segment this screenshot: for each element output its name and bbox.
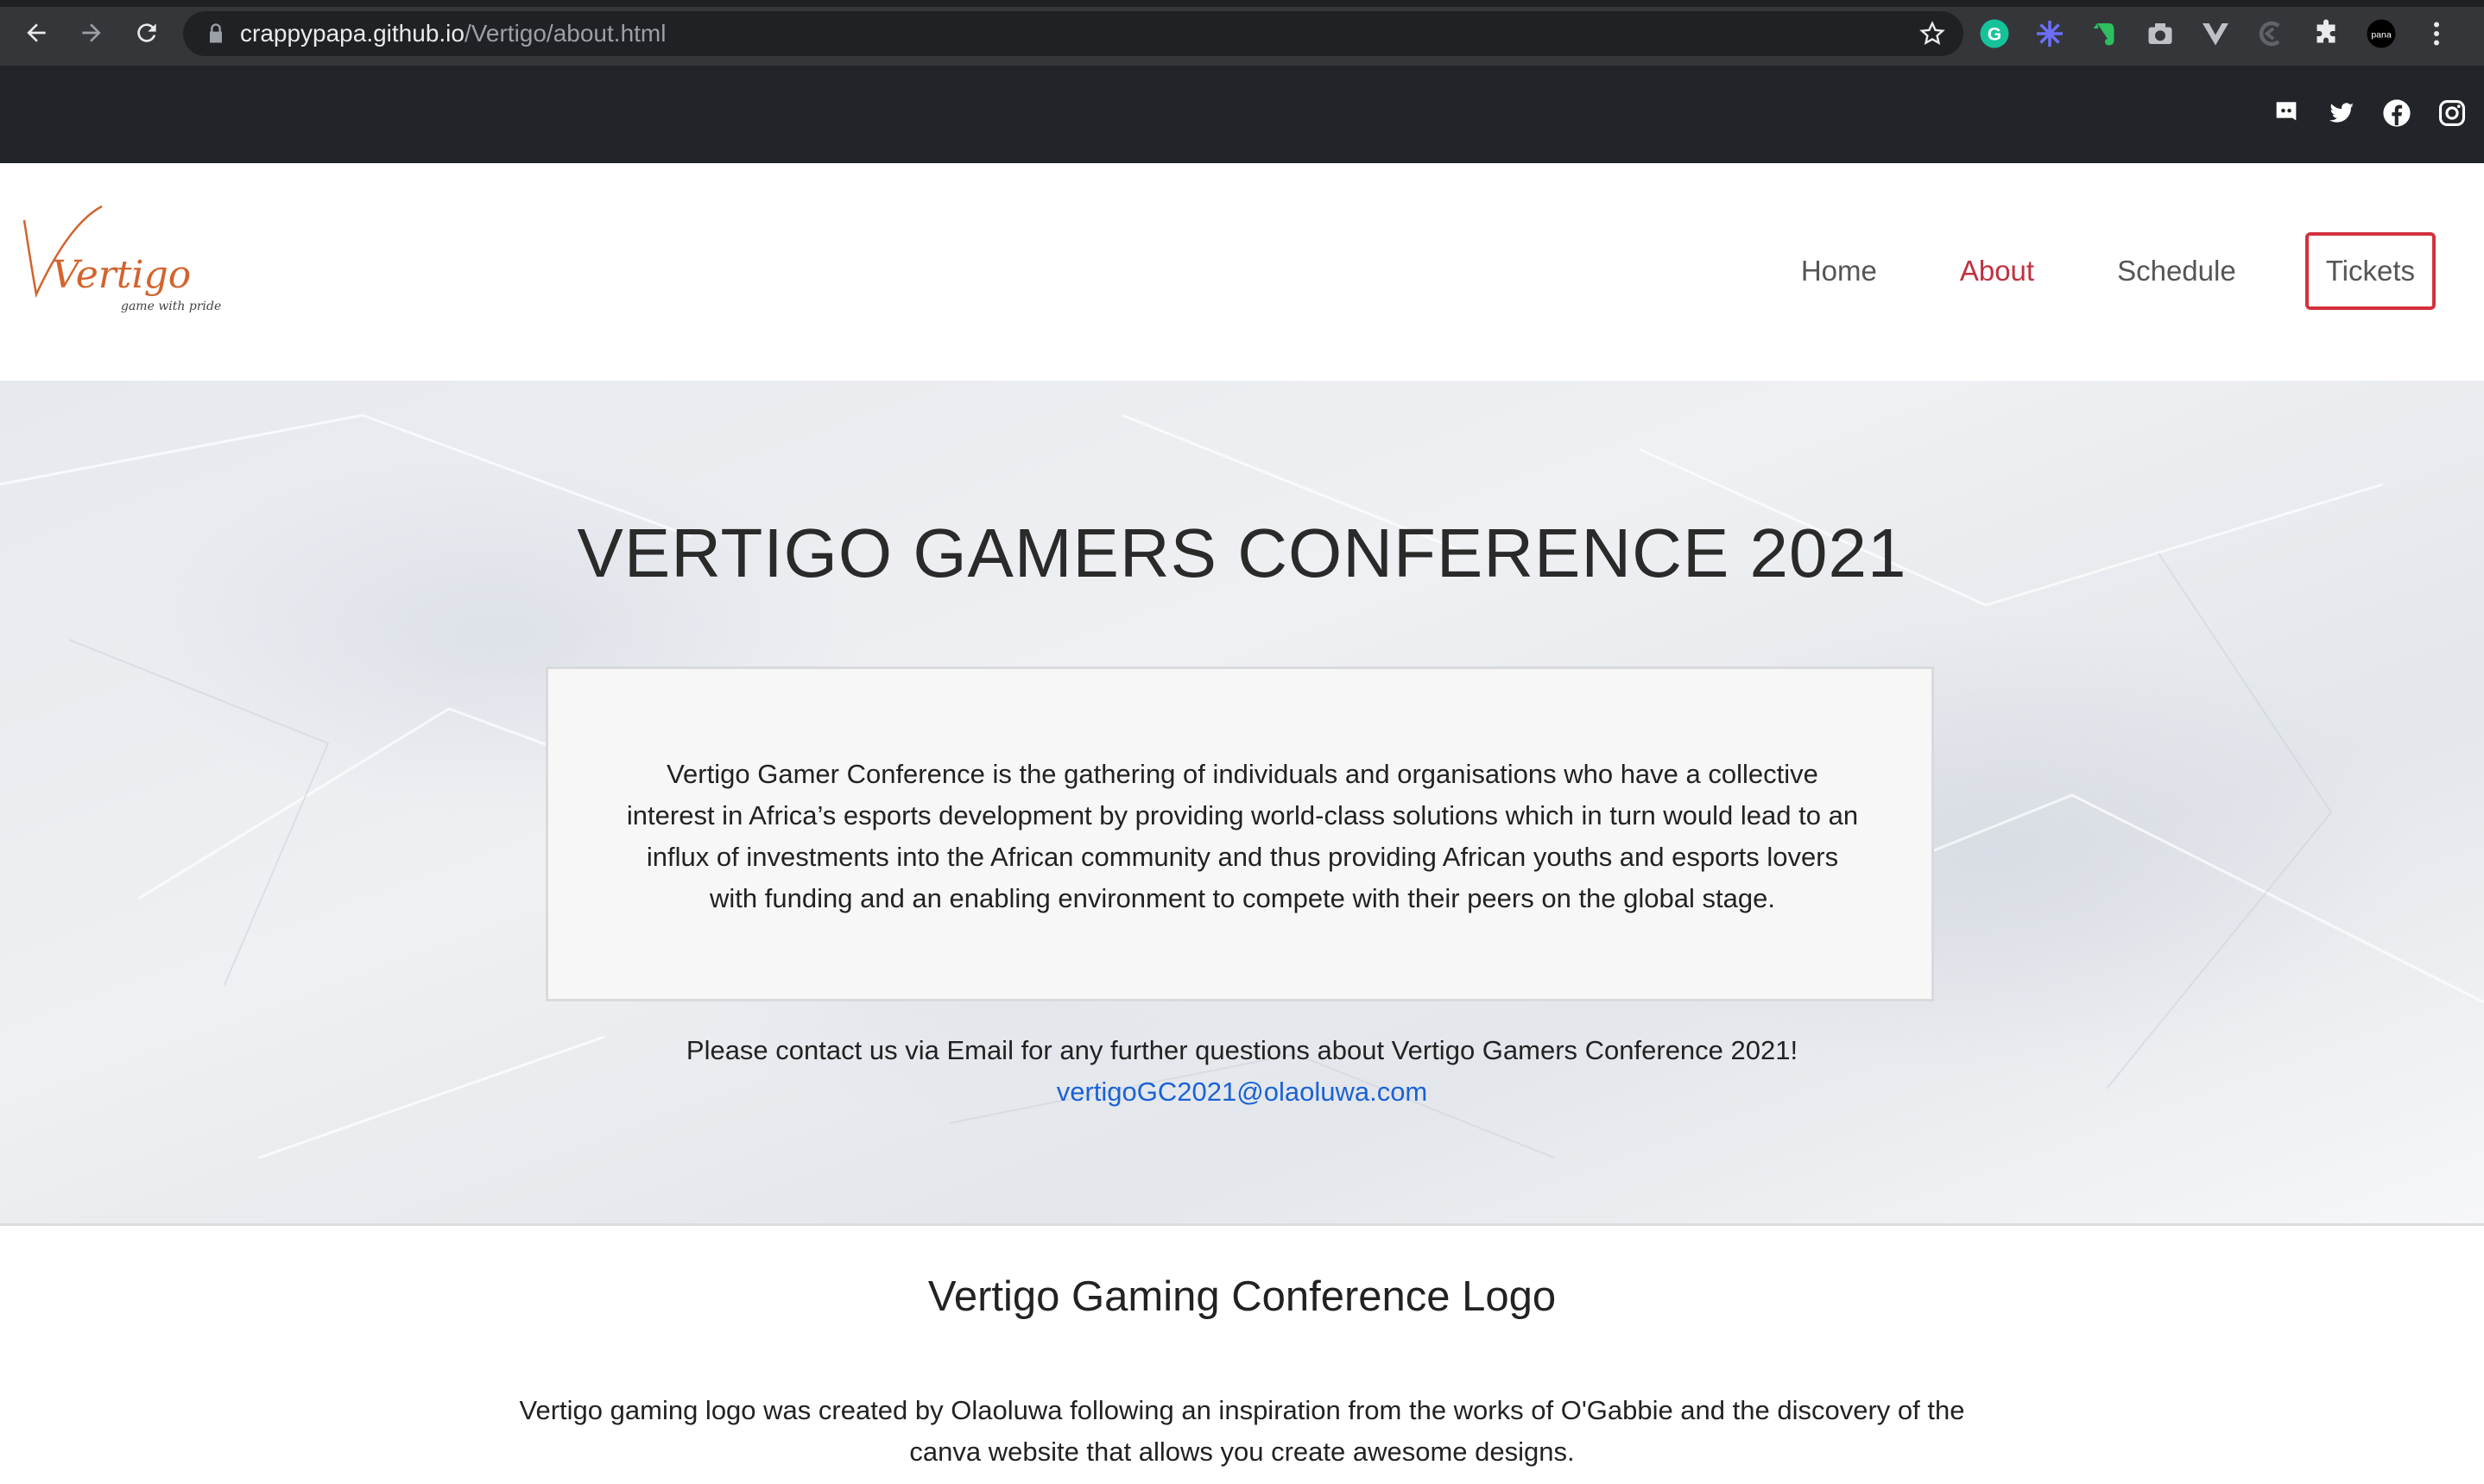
reload-button[interactable] <box>123 9 171 57</box>
main-nav: Home About Schedule Tickets <box>1718 232 2436 310</box>
grammarly-icon[interactable]: G <box>1977 16 2012 51</box>
extension-icon[interactable] <box>2253 16 2288 51</box>
back-arrow-icon <box>27 23 46 42</box>
nav-home-link[interactable]: Home <box>1801 255 1877 287</box>
menu-kebab-icon[interactable] <box>2419 16 2454 51</box>
camera-icon[interactable] <box>2143 16 2177 51</box>
logo-info-section: Vertigo Gaming Conference Logo Vertigo g… <box>0 1226 2484 1484</box>
back-button[interactable] <box>12 9 60 57</box>
discord-icon[interactable] <box>2272 98 2301 128</box>
facebook-icon[interactable] <box>2382 98 2411 128</box>
evernote-icon[interactable] <box>2088 16 2122 51</box>
nav-schedule-link[interactable]: Schedule <box>2117 255 2236 287</box>
twitter-icon[interactable] <box>2327 98 2356 128</box>
social-links <box>2272 98 2467 128</box>
svg-text:G: G <box>1988 25 2001 45</box>
profile-avatar[interactable]: pana <box>2364 16 2399 51</box>
bookmark-star-icon[interactable] <box>1918 20 1946 47</box>
browser-toolbar: crappypapa.github.io/Vertigo/about.html … <box>0 0 2484 66</box>
tab-strip-edge <box>0 0 2484 7</box>
extensions-area: G pana <box>1977 12 2454 55</box>
page-title: VERTIGO GAMERS CONFERENCE 2021 <box>577 515 1907 591</box>
logo-text: Vertigo <box>52 253 191 297</box>
puzzle-icon[interactable] <box>2309 16 2343 51</box>
hero-section: VERTIGO GAMERS CONFERENCE 2021 Vertigo G… <box>0 381 2484 1223</box>
site-header: Vertigo game with pride Home About Sched… <box>0 163 2484 381</box>
logo-tagline: game with pride <box>121 300 221 313</box>
forward-button[interactable] <box>67 9 116 57</box>
logo-section-description: Vertigo gaming logo was created by Olaol… <box>519 1395 1965 1467</box>
instagram-icon[interactable] <box>2437 98 2467 128</box>
about-card: Vertigo Gamer Conference is the gatherin… <box>546 666 1934 1001</box>
url-host: crappypapa.github.io <box>240 20 465 47</box>
vue-devtools-icon[interactable] <box>2198 16 2233 51</box>
url-text: crappypapa.github.io/Vertigo/about.html <box>240 20 666 47</box>
vertigo-logo[interactable]: Vertigo game with pride <box>17 198 224 319</box>
social-bar <box>0 66 2484 163</box>
logo-section-heading: Vertigo Gaming Conference Logo <box>927 1273 1557 1320</box>
nav-tickets-button[interactable]: Tickets <box>2304 232 2436 310</box>
avatar-text: pana <box>2371 30 2392 41</box>
contact-text: Please contact us via Email for any furt… <box>686 1035 1798 1065</box>
contact-email-link[interactable]: vertigoGC2021@olaoluwa.com <box>1057 1077 1428 1107</box>
url-path: /Vertigo/about.html <box>464 20 667 47</box>
about-description: Vertigo Gamer Conference is the gatherin… <box>626 759 1859 913</box>
extension-icon[interactable] <box>2032 16 2067 51</box>
lock-icon <box>210 23 222 43</box>
reload-icon <box>137 23 156 42</box>
address-bar[interactable]: crappypapa.github.io/Vertigo/about.html <box>183 11 1963 56</box>
contact-block: Please contact us via Email for any furt… <box>0 1030 2484 1113</box>
forward-arrow-icon <box>82 23 101 42</box>
nav-about-link[interactable]: About <box>1960 255 2034 287</box>
